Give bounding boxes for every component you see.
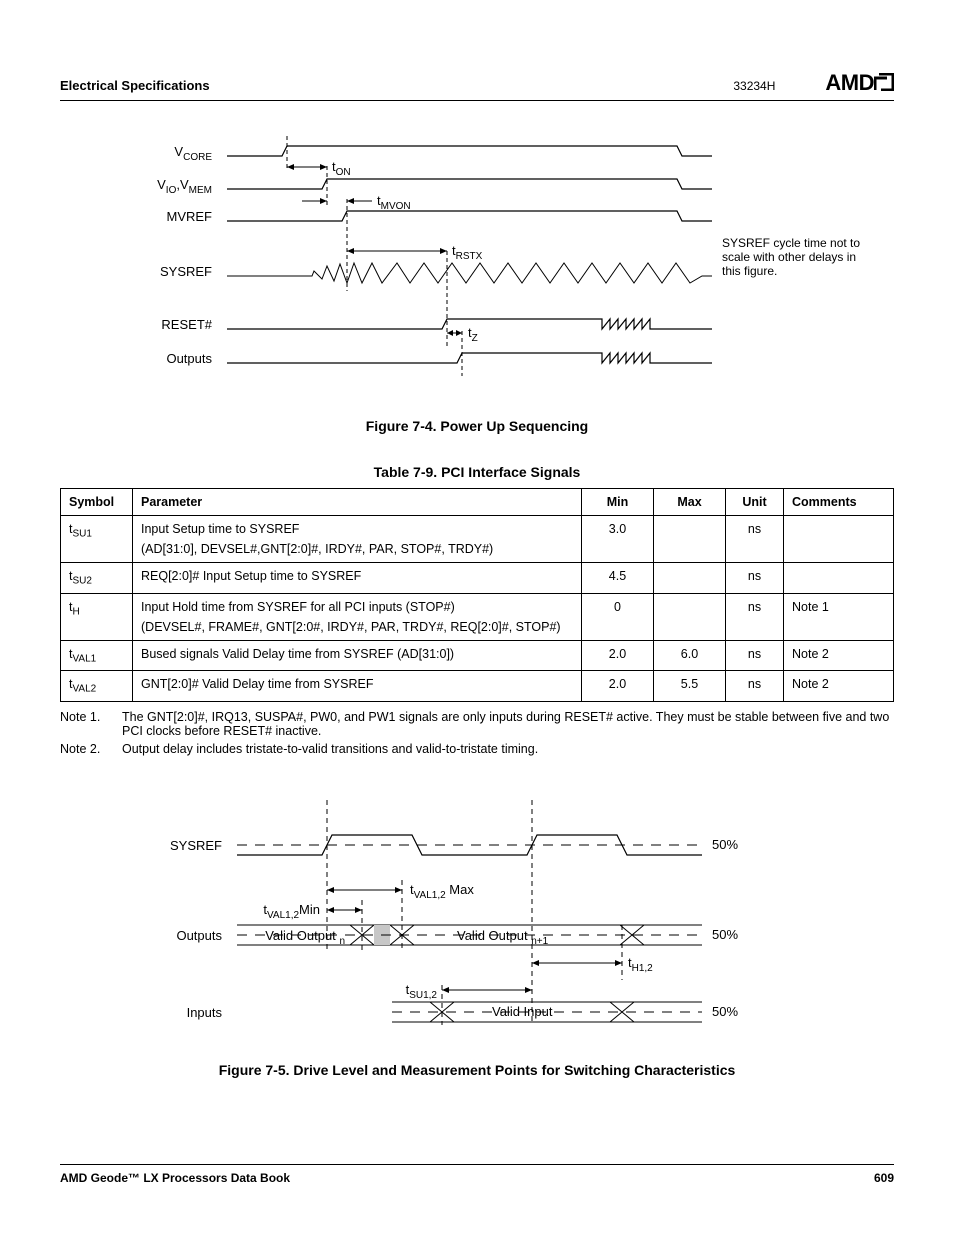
th-comments: Comments [784,489,894,516]
svg-text:RESET#: RESET# [161,317,212,332]
svg-text:tRSTX: tRSTX [452,243,483,262]
svg-text:Outputs: Outputs [166,351,212,366]
amd-logo-text: AMD [825,70,874,95]
figure-7-5-diagram: SYSREF Outputs Inputs 50% 50% Valid Outp… [60,785,894,1045]
table-note: Note 2.Output delay includes tristate-to… [60,742,894,756]
svg-text:Valid Output n+1: Valid Output n+1 [457,928,549,947]
table-7-9-notes: Note 1.The GNT[2:0]#, IRQ13, SUSPA#, PW0… [60,710,894,756]
figure-7-5-caption: Figure 7-5. Drive Level and Measurement … [60,1062,894,1078]
svg-text:Outputs: Outputs [176,928,222,943]
th-unit: Unit [726,489,784,516]
figure-7-4-side-note: SYSREF cycle time not to scale with othe… [722,236,872,278]
page-header: Electrical Specifications 33234H AMD [60,70,894,101]
svg-text:50%: 50% [712,1004,738,1019]
amd-logo: AMD [825,70,894,96]
table-row: tVAL1Bused signals Valid Delay time from… [61,640,894,671]
svg-text:tZ: tZ [468,325,478,344]
table-header-row: Symbol Parameter Min Max Unit Comments [61,489,894,516]
section-title: Electrical Specifications [60,78,210,93]
svg-text:50%: 50% [712,837,738,852]
footer-title: AMD Geode™ LX Processors Data Book [60,1171,290,1185]
svg-text:SYSREF: SYSREF [160,264,212,279]
svg-text:VCORE: VCORE [174,144,212,163]
svg-text:Valid Output n: Valid Output n [265,928,345,947]
amd-logo-arrow-icon [874,71,894,97]
table-7-9: Symbol Parameter Min Max Unit Comments t… [60,488,894,702]
svg-text:tVAL1,2 Max: tVAL1,2 Max [410,882,474,901]
table-row: tHInput Hold time from SYSREF for all PC… [61,593,894,640]
svg-text:SYSREF: SYSREF [170,838,222,853]
th-min: Min [582,489,654,516]
page-footer: AMD Geode™ LX Processors Data Book 609 [60,1164,894,1185]
footer-page-number: 609 [874,1171,894,1185]
th-parameter: Parameter [133,489,582,516]
svg-text:Inputs: Inputs [187,1005,223,1020]
figure-7-4-caption: Figure 7-4. Power Up Sequencing [60,418,894,434]
svg-text:tON: tON [332,159,351,178]
figure-7-4-diagram: VCORE VIO,VMEM MVREF SYSREF RESET# Outpu… [60,131,894,401]
svg-text:tH1,2: tH1,2 [628,955,653,974]
table-row: tSU2REQ[2:0]# Input Setup time to SYSREF… [61,563,894,594]
svg-text:Valid Input: Valid Input [492,1004,553,1019]
table-note: Note 1.The GNT[2:0]#, IRQ13, SUSPA#, PW0… [60,710,894,738]
table-row: tSU1Input Setup time to SYSREF(AD[31:0],… [61,516,894,563]
svg-text:50%: 50% [712,927,738,942]
svg-text:MVREF: MVREF [167,209,213,224]
th-max: Max [654,489,726,516]
table-row: tVAL2GNT[2:0]# Valid Delay time from SYS… [61,671,894,702]
svg-text:tSU1,2: tSU1,2 [406,982,438,1001]
th-symbol: Symbol [61,489,133,516]
svg-text:VIO,VMEM: VIO,VMEM [157,177,212,196]
svg-text:tMVON: tMVON [377,193,411,212]
doc-id: 33234H [733,79,775,93]
table-7-9-caption: Table 7-9. PCI Interface Signals [60,464,894,480]
svg-text:tVAL1,2Min: tVAL1,2Min [263,902,320,921]
